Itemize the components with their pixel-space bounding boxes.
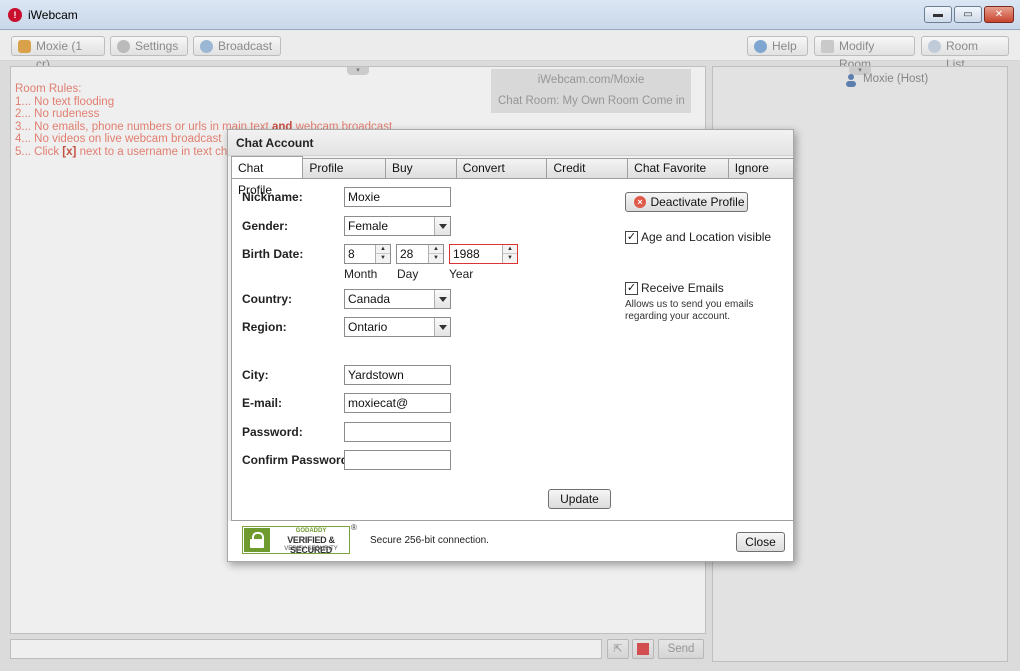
day-caption: Day [397,267,419,281]
dialog-tabs: Chat Profile Profile Picture Buy Credits… [231,156,794,197]
gear-icon [117,40,130,53]
title-bar: ! iWebcam ▬ ▭ ✕ [0,0,1020,30]
window-title: iWebcam [28,8,78,22]
gender-select[interactable]: Female [344,216,451,236]
close-button[interactable]: Close [736,532,785,552]
badge-subtitle: VERIFY SECURITY [284,546,338,552]
settings-label: Settings [135,39,179,53]
tab-profile-picture[interactable]: Profile Picture [302,158,386,193]
country-label: Country: [242,292,292,306]
age-location-checkbox[interactable]: ✓ [625,231,638,244]
badge-brand: GODADDY [295,528,327,534]
deactivate-profile-button[interactable]: × Deactivate Profile [625,192,748,212]
confirm-password-label: Confirm Password: [242,453,353,467]
month-stepper[interactable]: 8 ▲ ▼ [344,244,391,264]
registered-icon: ® [351,523,357,532]
badge-title: VERIFIED & SECURED [287,535,335,555]
receive-emails-checkbox[interactable]: ✓ [625,282,638,295]
email-field[interactable]: moxiecat@ [344,393,451,413]
deactivate-label: Deactivate Profile [650,195,745,209]
spin-down-icon[interactable]: ▼ [429,254,443,263]
birth-date-label: Birth Date: [242,247,304,261]
spin-up-icon[interactable]: ▲ [429,245,443,254]
spin-up-icon[interactable]: ▲ [503,245,517,254]
country-value: Canada [348,292,391,306]
update-button[interactable]: Update [548,489,611,509]
year-stepper[interactable]: 1988 ▲ ▼ [449,244,518,264]
receive-emails-description: Allows us to send you emails regarding y… [625,299,754,322]
help-label: Help [772,39,797,53]
secure-connection-text: Secure 256-bit connection. [370,535,489,546]
country-select[interactable]: Canada [344,289,451,309]
dialog-title: Chat Account [228,130,793,156]
region-value: Ontario [348,320,388,334]
help-button[interactable]: Help [747,36,808,56]
broadcast-icon [200,40,213,53]
receive-emails-label: Receive Emails [641,281,724,295]
gender-value: Female [348,219,389,233]
month-value: 8 [348,247,355,261]
password-field[interactable] [344,422,451,442]
chat-profile-panel: Nickname: Moxie Gender: Female Birth Dat… [231,178,794,521]
user-icon [18,40,31,53]
main-toolbar: Moxie (1 cr) Settings Broadcast Help Mod… [0,31,1020,71]
tab-ignore-list[interactable]: Ignore List [727,158,794,193]
spin-down-icon[interactable]: ▼ [503,254,517,263]
city-field[interactable]: Yardstown [344,365,451,385]
godaddy-badge[interactable]: GODADDY VERIFIED & SECURED VERIFY SECURI… [242,526,350,555]
tab-credit-history[interactable]: Credit History [546,158,629,193]
close-window-button[interactable]: ✕ [984,6,1014,23]
confirm-password-field[interactable] [344,450,451,470]
region-select[interactable]: Ontario [344,317,451,337]
user-account-button[interactable]: Moxie (1 cr) [11,36,105,71]
spin-up-icon[interactable]: ▲ [376,245,390,254]
age-location-label: Age and Location visible [641,230,772,244]
city-label: City: [242,368,269,382]
chevron-down-icon [434,217,450,235]
settings-button[interactable]: Settings [110,36,188,56]
modify-room-button[interactable]: Modify Room [814,36,915,71]
spin-down-icon[interactable]: ▼ [376,254,390,263]
close-icon: × [634,196,646,208]
email-label: E-mail: [242,396,283,410]
region-label: Region: [242,320,287,334]
day-stepper[interactable]: 28 ▲ ▼ [396,244,444,264]
month-caption: Month [344,267,378,281]
nickname-field[interactable]: Moxie [344,187,451,207]
gender-label: Gender: [242,219,289,233]
tab-chat-favorite-list[interactable]: Chat Favorite List [627,158,729,193]
help-icon [754,40,767,53]
edit-room-icon [821,40,834,53]
room-list-button[interactable]: Room List [921,36,1009,71]
year-value: 1988 [453,247,480,261]
app-logo-icon: ! [8,8,22,22]
broadcast-label: Broadcast [218,39,273,53]
dialog-footer: GODADDY VERIFIED & SECURED VERIFY SECURI… [228,521,793,561]
tab-chat-profile[interactable]: Chat Profile [231,156,304,197]
day-value: 28 [400,247,414,261]
chevron-down-icon [434,290,450,308]
password-label: Password: [242,425,303,439]
chat-account-dialog: Chat Account Chat Profile Profile Pictur… [227,129,794,562]
room-list-icon [928,40,941,53]
lock-icon [244,528,270,552]
minimize-button[interactable]: ▬ [924,6,952,23]
tab-convert-credits[interactable]: Convert Credits [455,158,548,193]
tab-buy-credits[interactable]: Buy Credits [385,158,457,193]
chevron-down-icon [434,318,450,336]
year-caption: Year [449,267,474,281]
maximize-button[interactable]: ▭ [954,6,982,23]
broadcast-button[interactable]: Broadcast [193,36,281,56]
